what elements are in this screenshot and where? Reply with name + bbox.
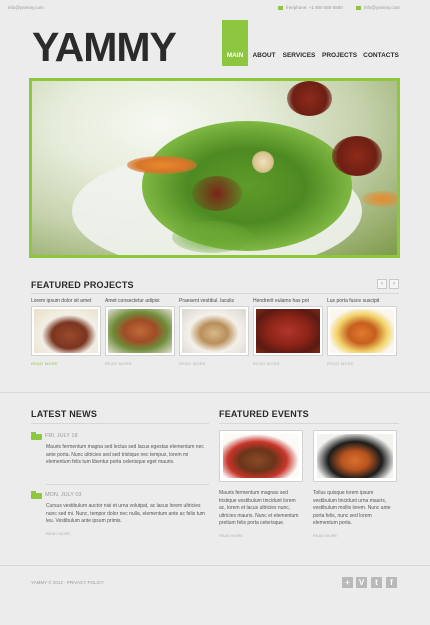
- hero-tomato: [332, 136, 382, 176]
- top-phone-text: freephone: +1 800 559 6580: [286, 5, 343, 10]
- event-image: [223, 434, 299, 478]
- plus-icon[interactable]: +: [342, 577, 353, 588]
- next-arrow-icon[interactable]: ›: [389, 279, 399, 289]
- project-caption[interactable]: Hendrerit eulams has pot: [253, 298, 323, 306]
- project-image: [34, 309, 98, 353]
- featured-events-title: FEATURED EVENTS: [219, 409, 309, 419]
- project-card[interactable]: Lus porta fusce suscipit READ MORE: [327, 298, 397, 366]
- event-thumbnail[interactable]: [219, 430, 303, 482]
- project-caption[interactable]: Lorem ipsum dolor sit amet: [31, 298, 101, 306]
- projects-divider: [31, 293, 399, 294]
- nav-item-projects[interactable]: PROJECTS: [322, 46, 357, 66]
- prev-arrow-icon[interactable]: ‹: [377, 279, 387, 289]
- project-caption[interactable]: Lus porta fusce suscipit: [327, 298, 397, 306]
- top-email-right-text[interactable]: info@yammy.com: [364, 5, 400, 10]
- facebook-icon[interactable]: f: [386, 577, 397, 588]
- project-image: [330, 309, 394, 353]
- project-image: [182, 309, 246, 353]
- news-read-more[interactable]: READ MORE: [46, 531, 70, 536]
- project-caption[interactable]: Amet consectetur adipisi: [105, 298, 175, 306]
- project-thumbnail[interactable]: [179, 306, 249, 356]
- news-date: FRI, JULY 18: [45, 433, 78, 439]
- nav-item-contacts[interactable]: CONTACTS: [363, 46, 399, 66]
- project-read-more[interactable]: READ MORE: [253, 361, 323, 366]
- news-divider: [31, 423, 209, 424]
- project-card[interactable]: Amet consectetur adipisi READ MORE: [105, 298, 175, 366]
- events-divider: [219, 423, 399, 424]
- top-email-right[interactable]: info@yammy.com: [356, 5, 400, 10]
- phone-icon: [278, 5, 283, 10]
- news-body: Cursus vestibulum auctor nisi et urna vo…: [46, 503, 205, 524]
- project-image: [108, 309, 172, 353]
- featured-projects-title: FEATURED PROJECTS: [31, 280, 134, 290]
- folder-icon: [31, 432, 42, 440]
- mail-icon: [356, 5, 361, 10]
- project-caption[interactable]: Praesent vestibul. laculis: [179, 298, 249, 306]
- project-card[interactable]: Lorem ipsum dolor sit amet READ MORE: [31, 298, 101, 366]
- top-phone: freephone: +1 800 559 6580: [278, 5, 343, 10]
- section-divider: [0, 392, 430, 393]
- site-logo[interactable]: YAMMY: [32, 27, 177, 68]
- project-read-more[interactable]: READ MORE: [31, 361, 101, 366]
- news-body: Mauris fermentum magna sed lectus sed la…: [46, 444, 204, 465]
- hero-salad-image: [32, 81, 397, 255]
- footer-divider: [0, 565, 430, 566]
- project-card[interactable]: Hendrerit eulams has pot READ MORE: [253, 298, 323, 366]
- footer-copyright: YAMMY © 2012 · PRIVACY POLICY: [31, 580, 105, 585]
- hero-greens: [172, 221, 252, 253]
- project-image: [256, 309, 320, 353]
- vimeo-icon[interactable]: V: [356, 577, 367, 588]
- latest-news-title: LATEST NEWS: [31, 409, 98, 419]
- top-bar: info@yammy.com freephone: +1 800 559 658…: [0, 0, 430, 18]
- news-date: MON, JULY 03: [45, 492, 82, 498]
- top-email-left[interactable]: info@yammy.com: [8, 5, 44, 10]
- event-body: Tollus quisque lorem ipsum vestibulum ti…: [313, 490, 391, 526]
- project-thumbnail[interactable]: [327, 306, 397, 356]
- folder-icon: [31, 491, 42, 499]
- event-thumbnail[interactable]: [313, 430, 397, 482]
- project-read-more[interactable]: READ MORE: [327, 361, 397, 366]
- event-card[interactable]: Tollus quisque lorem ipsum vestibulum ti…: [313, 430, 397, 538]
- event-read-more[interactable]: READ MORE: [219, 533, 303, 538]
- hero-carrot: [362, 191, 397, 207]
- hero-crouton: [252, 151, 274, 173]
- event-card[interactable]: Mauris fermentum magnas sed tristique ve…: [219, 430, 303, 538]
- project-read-more[interactable]: READ MORE: [105, 361, 175, 366]
- event-image: [317, 434, 393, 478]
- hero-tomato: [192, 176, 242, 211]
- nav-item-about[interactable]: ABOUT: [252, 46, 276, 66]
- news-item: MON, JULY 03 Cursus vestibulum auctor ni…: [31, 488, 211, 548]
- hero-tomato: [287, 81, 332, 116]
- project-card[interactable]: Praesent vestibul. laculis READ MORE: [179, 298, 249, 366]
- nav-item-main[interactable]: MAIN: [222, 46, 248, 66]
- news-item-divider: [46, 484, 209, 485]
- project-read-more[interactable]: READ MORE: [179, 361, 249, 366]
- project-thumbnail[interactable]: [31, 306, 101, 356]
- hero-banner: [29, 78, 400, 258]
- hero-carrot: [127, 156, 197, 174]
- event-body: Mauris fermentum magnas sed tristique ve…: [219, 490, 299, 526]
- event-read-more[interactable]: READ MORE: [313, 533, 397, 538]
- nav-item-services[interactable]: SERVICES: [282, 46, 316, 66]
- twitter-icon[interactable]: t: [371, 577, 382, 588]
- news-item: FRI, JULY 18 Mauris fermentum magna sed …: [31, 430, 211, 490]
- project-thumbnail[interactable]: [105, 306, 175, 356]
- project-thumbnail[interactable]: [253, 306, 323, 356]
